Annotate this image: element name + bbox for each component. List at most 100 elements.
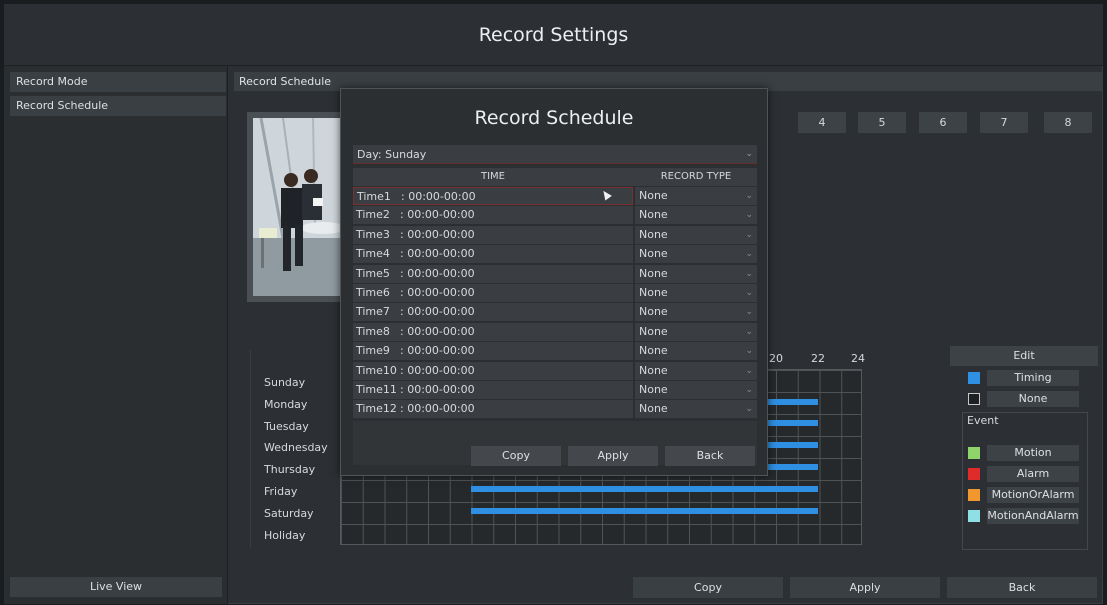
event-heading: Event [967,414,999,427]
chevron-down-icon: ⌄ [745,288,753,298]
time-field[interactable]: Time10: 00:00-00:00 [353,361,633,380]
channel-7-button[interactable]: 7 [980,112,1028,133]
record-type-select[interactable]: None ⌄ [635,361,757,380]
hour-label: 24 [851,352,865,365]
table-row[interactable]: Time12: 00:00-00:00 None ⌄ [353,400,757,419]
day-label: Day: [357,148,382,161]
time-value: 00:00-00:00 [407,363,475,377]
time-value: 00:00-00:00 [407,286,475,299]
motion-or-alarm-label[interactable]: MotionOrAlarm [987,487,1079,503]
time-label: Time11 [356,383,397,396]
record-type-select[interactable]: None ⌄ [635,264,757,283]
record-type-select[interactable]: None ⌄ [635,245,757,264]
col-time: TIME [480,171,505,182]
record-type-select[interactable]: None ⌄ [635,322,757,341]
table-row[interactable]: Time9: 00:00-00:00 None ⌄ [353,342,757,361]
day-label: Friday [264,485,298,498]
record-type-select[interactable]: None ⌄ [635,225,757,244]
record-type-select[interactable]: None ⌄ [635,303,757,322]
chevron-down-icon: ⌄ [745,385,753,395]
channel-8-button[interactable]: 8 [1044,112,1092,133]
motion-or-alarm-swatch [968,489,980,501]
day-select[interactable]: Day: Sunday ⌄ [353,145,757,164]
time-field[interactable]: Time2: 00:00-00:00 [353,206,633,225]
time-label: Time8 [356,324,390,338]
chevron-down-icon: ⌄ [745,268,753,279]
preview-scene [253,118,341,296]
time-label: Time3 [356,227,390,241]
dialog-back-button[interactable]: Back [665,446,755,466]
record-type-select[interactable]: None ⌄ [635,381,757,399]
record-type-select[interactable]: None ⌄ [635,342,757,361]
sidebar: Record Mode Record Schedule [4,66,228,604]
day-label: Monday [264,398,308,411]
channel-4-button[interactable]: 4 [798,112,846,133]
time-field[interactable]: Time1: 00:00-00:00 [353,187,633,205]
schedule-bar [471,486,818,492]
sidebar-item-record-schedule[interactable]: Record Schedule [10,96,226,116]
motion-and-alarm-label[interactable]: MotionAndAlarm [987,508,1079,524]
table-row[interactable]: Time2: 00:00-00:00 None ⌄ [353,206,757,225]
time-field[interactable]: Time6: 00:00-00:00 [353,284,633,302]
sidebar-item-record-mode[interactable]: Record Mode [10,72,226,92]
time-field[interactable]: Time8: 00:00-00:00 [353,322,633,341]
record-type-value: None [639,286,668,299]
timing-swatch [968,372,980,384]
table-row[interactable]: Time10: 00:00-00:00 None ⌄ [353,361,757,380]
dialog-title: Record Schedule [474,107,634,129]
time-value: 00:00-00:00 [407,227,475,241]
alarm-label[interactable]: Alarm [987,466,1079,482]
motion-swatch [968,447,980,459]
record-type-value: None [639,227,668,241]
time-value: 00:00-00:00 [407,247,475,261]
table-row[interactable]: Time11: 00:00-00:00 None ⌄ [353,381,757,399]
edit-button[interactable]: Edit [950,346,1098,366]
time-field[interactable]: Time4: 00:00-00:00 [353,245,633,264]
time-value: 00:00-00:00 [407,208,475,222]
record-type-select[interactable]: None ⌄ [635,206,757,225]
time-value: 00:00-00:00 [407,344,475,358]
table-row[interactable]: Time8: 00:00-00:00 None ⌄ [353,322,757,341]
dialog-copy-button[interactable]: Copy [471,446,561,466]
record-schedule-dialog: Record Schedule Day: Sunday ⌄ TIME RECOR… [340,88,768,476]
chevron-down-icon: ⌄ [745,229,753,240]
motion-and-alarm-swatch [968,510,980,522]
record-type-value: None [639,305,668,319]
time-label: Time9 [356,344,390,358]
chevron-down-icon: ⌄ [745,210,753,221]
time-field[interactable]: Time9: 00:00-00:00 [353,342,633,361]
channel-5-button[interactable]: 5 [858,112,906,133]
apply-button[interactable]: Apply [790,577,940,598]
day-value: Sunday [385,148,427,161]
time-field[interactable]: Time12: 00:00-00:00 [353,400,633,419]
table-row[interactable]: Time7: 00:00-00:00 None ⌄ [353,303,757,322]
record-type-select[interactable]: None ⌄ [635,187,757,205]
table-row[interactable]: Time6: 00:00-00:00 None ⌄ [353,284,757,302]
timing-label[interactable]: Timing [987,370,1079,386]
back-button[interactable]: Back [947,577,1097,598]
time-field[interactable]: Time3: 00:00-00:00 [353,225,633,244]
time-label: Time10 [356,363,397,377]
table-row[interactable]: Time4: 00:00-00:00 None ⌄ [353,245,757,264]
time-field[interactable]: Time11: 00:00-00:00 [353,381,633,399]
none-label[interactable]: None [987,391,1079,407]
live-view-button[interactable]: Live View [10,577,222,597]
motion-label[interactable]: Motion [987,445,1079,461]
time-field[interactable]: Time5: 00:00-00:00 [353,264,633,283]
table-header: TIME RECORD TYPE [353,168,757,186]
schedule-bar [768,399,818,405]
time-label: Time7 [356,305,390,319]
record-type-select[interactable]: None ⌄ [635,284,757,302]
time-field[interactable]: Time7: 00:00-00:00 [353,303,633,322]
table-row[interactable]: Time5: 00:00-00:00 None ⌄ [353,264,757,283]
chevron-down-icon: ⌄ [745,365,753,376]
copy-button[interactable]: Copy [633,577,783,598]
record-type-select[interactable]: None ⌄ [635,400,757,419]
time-label: Time1 [357,190,391,203]
channel-6-button[interactable]: 6 [919,112,967,133]
table-row[interactable]: Time1: 00:00-00:00 None ⌄ [353,187,757,205]
time-label: Time5 [356,266,390,280]
table-row[interactable]: Time3: 00:00-00:00 None ⌄ [353,225,757,244]
record-type-value: None [639,247,668,261]
dialog-apply-button[interactable]: Apply [568,446,658,466]
